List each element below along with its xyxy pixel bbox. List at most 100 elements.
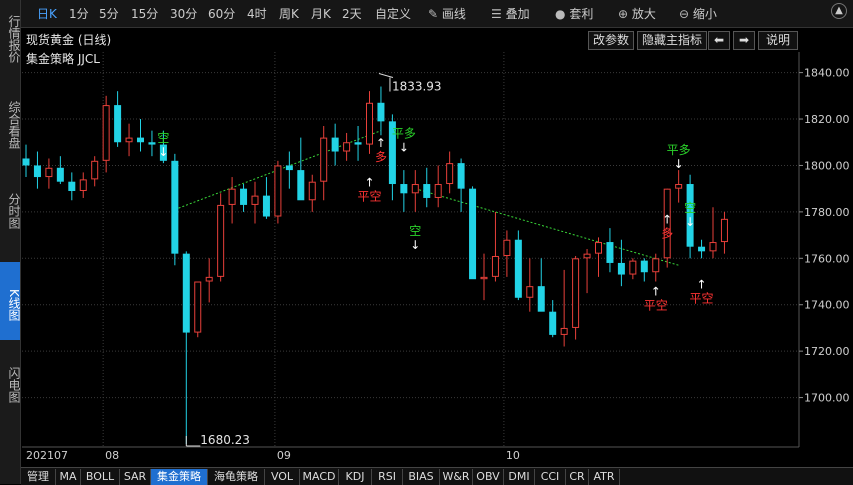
- period-1min[interactable]: 1分: [69, 5, 89, 22]
- low-label: 1680.23: [200, 433, 250, 447]
- draw-line-button[interactable]: ✎ 画线: [428, 5, 466, 22]
- period-60min[interactable]: 60分: [208, 5, 235, 22]
- candle-body-down: [148, 142, 156, 145]
- candle-body-down: [549, 311, 557, 335]
- arrow-left-icon: ⬅: [713, 33, 725, 47]
- tab-13[interactable]: DMI: [504, 469, 535, 485]
- modify-params-button[interactable]: 改参数: [588, 31, 634, 50]
- candle-body-up: [526, 286, 534, 298]
- period-5min[interactable]: 5分: [99, 5, 119, 22]
- zoom-out-label: 缩小: [692, 7, 717, 21]
- arbitrage-button[interactable]: ● 套利: [555, 5, 593, 22]
- candle-body-up: [675, 184, 683, 189]
- candle-body-up: [480, 276, 488, 280]
- candle-body-up: [595, 242, 602, 254]
- candle-body-up: [125, 137, 133, 143]
- kline-chart[interactable]: 1700.00 1720.00 1740.00 1760.00 1780.00 1800.…: [0, 0, 853, 484]
- candle-body-up: [709, 242, 717, 252]
- candle-body-down: [698, 246, 706, 252]
- period-2day[interactable]: 2天: [342, 5, 362, 22]
- tab-2[interactable]: BOLL: [81, 469, 120, 485]
- high-label: 1833.93: [392, 80, 442, 94]
- candle-body-down: [640, 260, 648, 273]
- candle-body-up: [652, 258, 660, 273]
- period-15min[interactable]: 15分: [131, 5, 158, 22]
- tab-10[interactable]: BIAS: [403, 469, 440, 485]
- zoom-out-button[interactable]: ⊖ 缩小: [679, 5, 717, 22]
- tab-11[interactable]: W&R: [440, 469, 473, 485]
- arrow-left-button[interactable]: ⬅: [708, 31, 730, 50]
- sidebar-item-dashboard[interactable]: 综合看盘: [0, 94, 21, 156]
- candle-body-down: [354, 142, 362, 145]
- tab-7[interactable]: MACD: [300, 469, 339, 485]
- candle-body-up: [491, 255, 499, 277]
- collapse-icon[interactable]: ▲: [831, 3, 847, 19]
- sidebar-item-flash[interactable]: 闪电图: [0, 362, 21, 408]
- y-tick-label: 1760.00: [804, 252, 850, 265]
- period-week[interactable]: 周K: [279, 5, 299, 22]
- signal-arrow-down: ↓: [685, 215, 695, 229]
- candle-body-up: [572, 258, 580, 328]
- candle-body-down: [686, 184, 694, 247]
- signal-arrow-down: ↓: [399, 141, 409, 155]
- tab-15[interactable]: CR: [566, 469, 589, 485]
- hide-main-indicator-button[interactable]: 隐藏主指标: [637, 31, 707, 50]
- candle-body-down: [606, 242, 614, 263]
- draw-line-label: 画线: [441, 7, 466, 21]
- candle-body-down: [171, 160, 179, 254]
- period-4h[interactable]: 4时: [247, 5, 267, 22]
- signal-arrow-down: ↓: [674, 157, 684, 171]
- tab-8[interactable]: KDJ: [339, 469, 372, 485]
- candle-body-down: [423, 184, 431, 198]
- zoom-out-icon: ⊖: [679, 7, 690, 21]
- candle-body-up: [194, 281, 202, 333]
- signal-label: 多: [375, 150, 387, 164]
- y-tick-label: 1820.00: [804, 113, 850, 126]
- candle-body-down: [537, 286, 545, 312]
- overlay-button[interactable]: ☰ 叠加: [491, 5, 530, 22]
- candle-body-down: [514, 239, 522, 298]
- tab-16[interactable]: ATR: [589, 469, 620, 485]
- sidebar-item-kline[interactable]: K线图: [0, 262, 21, 340]
- tab-4[interactable]: 集金策略: [151, 469, 208, 485]
- candle-body-up: [720, 218, 728, 243]
- sidebar-item-intraday[interactable]: 分时图: [0, 188, 21, 234]
- candle-body-up: [217, 204, 225, 277]
- y-tick-label: 1800.00: [804, 159, 850, 172]
- signal-label: 平空: [357, 189, 381, 203]
- signal-label: 空: [409, 224, 421, 238]
- tab-6[interactable]: VOL: [265, 469, 300, 485]
- tab-12[interactable]: OBV: [473, 469, 504, 485]
- high-leader-line: [378, 73, 394, 79]
- zoom-in-button[interactable]: ⊕ 放大: [618, 5, 656, 22]
- y-tick-label: 1740.00: [804, 299, 850, 312]
- candle-body-up: [343, 142, 351, 152]
- tab-1[interactable]: MA: [56, 469, 81, 485]
- candle-body-up: [583, 253, 591, 259]
- signal-label: 平多: [667, 143, 691, 157]
- period-day[interactable]: 日K: [37, 5, 57, 22]
- candle-body-up: [320, 137, 328, 182]
- period-custom[interactable]: 自定义: [375, 5, 411, 22]
- help-button[interactable]: 说明: [758, 31, 798, 50]
- tab-3[interactable]: SAR: [120, 469, 151, 485]
- candle-body-down: [159, 144, 167, 161]
- tab-14[interactable]: CCI: [535, 469, 566, 485]
- arbitrage-label: 套利: [569, 7, 594, 21]
- signal-arrow-up: ↑: [376, 136, 386, 150]
- candle-body-up: [228, 188, 236, 205]
- signal-label: 空: [684, 201, 696, 215]
- period-month[interactable]: 月K: [311, 5, 331, 22]
- tab-5[interactable]: 海龟策略: [208, 469, 265, 485]
- layers-icon: ☰: [491, 7, 502, 21]
- arrow-right-button[interactable]: ➡: [733, 31, 755, 50]
- candle-body-down: [137, 137, 144, 143]
- candle-body-down: [388, 121, 396, 185]
- tab-9[interactable]: RSI: [372, 469, 403, 485]
- period-30min[interactable]: 30分: [170, 5, 197, 22]
- overlay-label: 叠加: [505, 7, 530, 21]
- candle-body-up: [102, 105, 110, 161]
- x-tick-label: 10: [506, 449, 520, 462]
- tab-0[interactable]: 管理: [21, 469, 56, 485]
- sidebar-item-quotes[interactable]: 行情报价: [0, 8, 21, 70]
